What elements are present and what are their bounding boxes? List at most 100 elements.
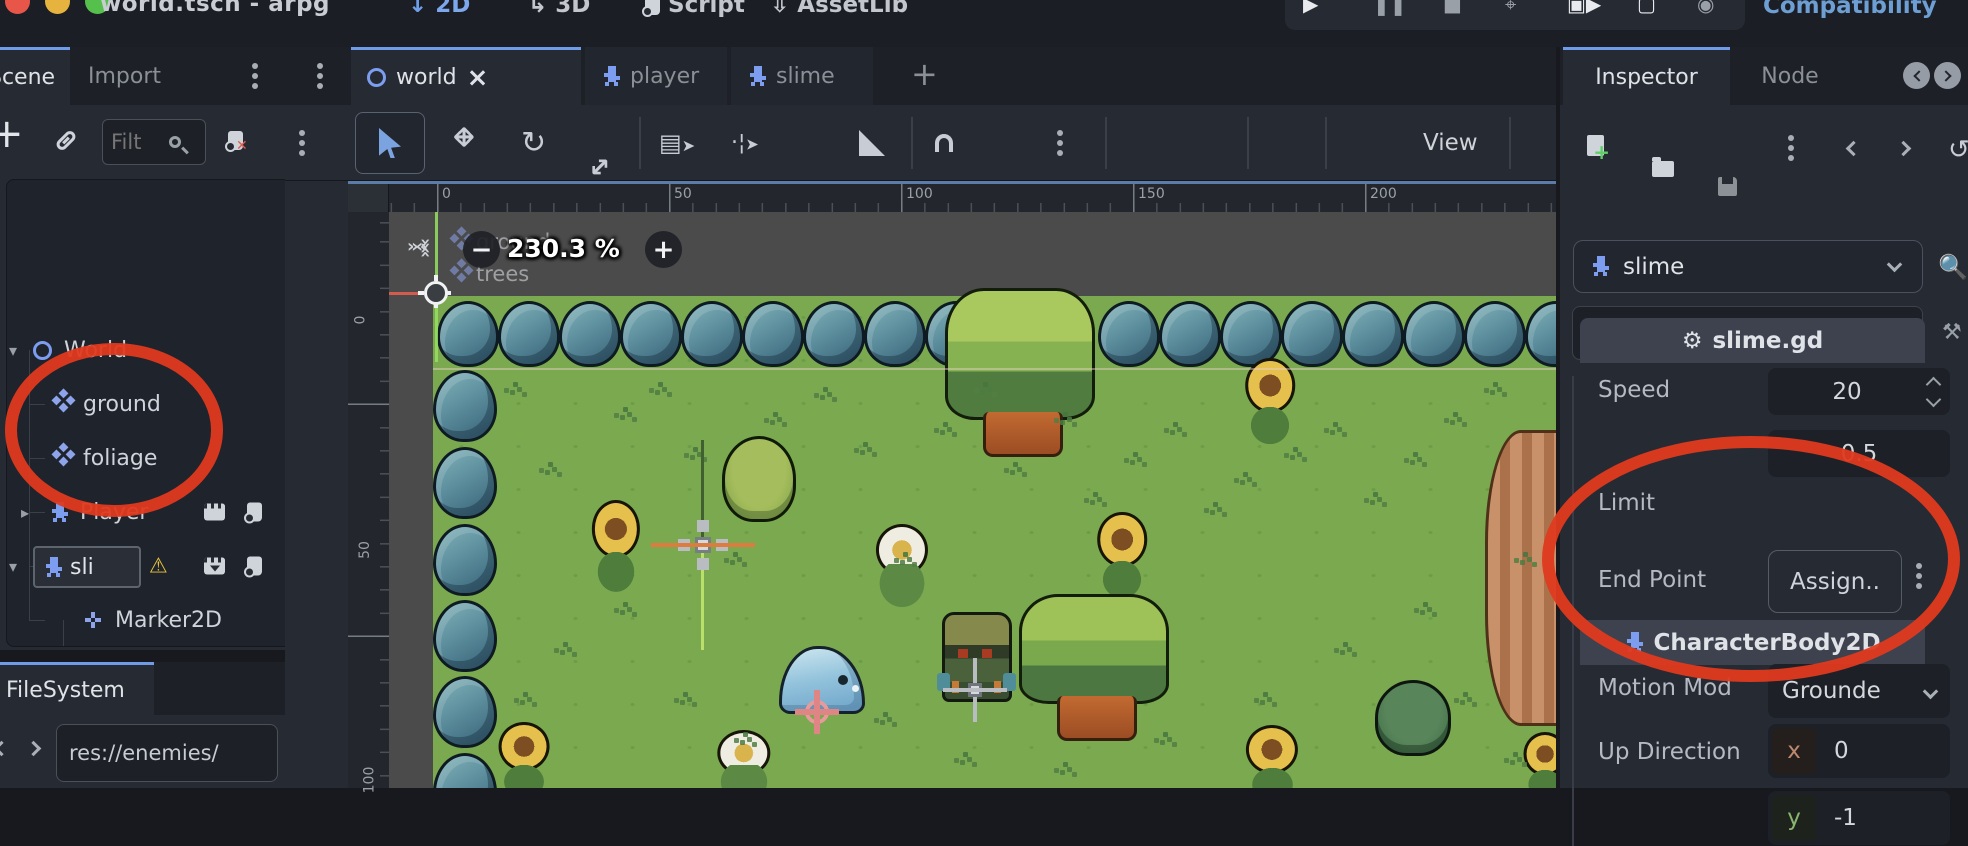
- renderer-selector[interactable]: Compatibility: [1763, 0, 1937, 19]
- add-node-button[interactable]: +: [0, 111, 24, 157]
- script-section-header[interactable]: ⚙ slime.gd: [1580, 318, 1925, 363]
- history-icon[interactable]: ↺: [1948, 135, 1968, 165]
- assign-button[interactable]: Assign..: [1768, 550, 1902, 613]
- nav-forward-icon[interactable]: [26, 741, 42, 757]
- snap-click-tool-icon[interactable]: ·¦➤: [731, 130, 759, 155]
- chevron-down-icon: [1887, 257, 1903, 273]
- instanced-scene-icon[interactable]: [204, 504, 225, 521]
- warning-icon[interactable]: ⚠: [149, 556, 168, 577]
- scene-tab-world[interactable]: world ×: [351, 47, 581, 105]
- axes-icon: ↳: [528, 0, 555, 18]
- play-button[interactable]: ▶: [1303, 0, 1318, 16]
- zoom-percent[interactable]: 230.3 %: [507, 234, 620, 263]
- toolbar-overflow-icon[interactable]: [299, 130, 305, 156]
- script-icon[interactable]: [247, 557, 262, 576]
- movie-maker-button[interactable]: ◉: [1697, 0, 1714, 16]
- tab-filesystem[interactable]: FileSystem: [0, 662, 154, 715]
- grass-tuft: [1060, 420, 1065, 425]
- remote-debug-button[interactable]: ⌖: [1505, 0, 1516, 16]
- instanced-scene-icon[interactable]: [204, 558, 225, 575]
- new-scene-tab-button[interactable]: +: [911, 55, 938, 93]
- move-tool-icon[interactable]: ↔↔: [453, 128, 483, 158]
- grass-tuft: [1460, 700, 1465, 705]
- dock-menu-icon[interactable]: [252, 63, 258, 89]
- bush-sprite: [1098, 301, 1160, 367]
- chevron-down-icon: [1923, 683, 1939, 699]
- grass-tuft: [1240, 480, 1245, 485]
- save-resource-icon[interactable]: [1718, 177, 1737, 196]
- center-view-icon[interactable]: »«»«: [405, 234, 435, 268]
- play-custom-scene-button[interactable]: ▢: [1637, 0, 1656, 16]
- workspace-tab-2d[interactable]: ↓ 2D: [408, 0, 470, 18]
- rotate-tool-icon[interactable]: ↻: [521, 125, 546, 160]
- load-resource-icon[interactable]: [1652, 161, 1674, 177]
- detach-script-icon[interactable]: [228, 131, 243, 150]
- collapse-icon[interactable]: ▸: [21, 503, 29, 522]
- scene-tab-slime[interactable]: slime: [731, 47, 873, 105]
- speed-value-box[interactable]: 20: [1768, 368, 1950, 415]
- select-tool-button[interactable]: [355, 112, 425, 174]
- scene-tree-rename-input[interactable]: [70, 555, 122, 580]
- inspector-tools-icon[interactable]: ⚒: [1942, 320, 1962, 345]
- filesystem-path-box[interactable]: [56, 724, 278, 782]
- scene-filter-input[interactable]: [111, 130, 169, 154]
- tab-scroll-left-icon[interactable]: [1903, 62, 1930, 89]
- scene-tree-rename-box[interactable]: [33, 546, 141, 588]
- bush-sprite: [433, 600, 497, 672]
- property-label-speed: Speed: [1598, 377, 1670, 403]
- stop-button[interactable]: ■: [1443, 0, 1462, 16]
- player-position-gizmo[interactable]: [943, 658, 1007, 722]
- spinner-icon[interactable]: [1926, 377, 1942, 407]
- view-menu[interactable]: View: [1423, 130, 1478, 156]
- grass-tuft: [1010, 470, 1015, 475]
- sunflower-sprite: [584, 500, 648, 596]
- scene-tabs-menu-icon[interactable]: [317, 63, 323, 89]
- up-direction-y-box[interactable]: y -1: [1768, 791, 1950, 845]
- grass-tuft: [1160, 740, 1165, 745]
- pause-button[interactable]: ❚❚: [1373, 0, 1407, 16]
- tab-scene[interactable]: Scene: [0, 47, 70, 105]
- list-select-tool-icon[interactable]: ▤➤: [659, 129, 695, 157]
- zoom-out-button[interactable]: −: [463, 231, 500, 268]
- grass-tuft: [510, 390, 515, 395]
- instance-scene-icon[interactable]: [54, 129, 77, 152]
- canvas[interactable]: »«»« ground trees − 230.3 % +: [389, 212, 1556, 788]
- collapse-icon[interactable]: ▾: [9, 341, 17, 360]
- tab-import[interactable]: Import: [74, 47, 175, 105]
- scene-filter-box[interactable]: [102, 119, 206, 165]
- macos-minimize-button[interactable]: [45, 0, 70, 14]
- property-menu-icon[interactable]: [1916, 563, 1922, 589]
- marker2d-icon: [83, 610, 103, 630]
- new-resource-icon[interactable]: [1587, 135, 1604, 156]
- snap-options-menu-icon[interactable]: [1057, 130, 1063, 156]
- filesystem-path-input[interactable]: [69, 741, 265, 765]
- history-forward-icon[interactable]: [1896, 141, 1912, 157]
- workspace-tab-3d[interactable]: ↳ 3D: [528, 0, 590, 18]
- motion-mode-dropdown[interactable]: Grounde: [1768, 664, 1950, 718]
- limit-value-box[interactable]: 0.5: [1768, 430, 1950, 477]
- nav-back-icon[interactable]: [0, 741, 9, 757]
- scene-tab-player[interactable]: player: [585, 47, 727, 105]
- object-selector[interactable]: slime: [1573, 240, 1923, 293]
- macos-close-button[interactable]: [5, 0, 30, 14]
- zoom-in-button[interactable]: +: [645, 231, 682, 268]
- close-icon[interactable]: ×: [467, 65, 489, 91]
- bush-sprite: [433, 676, 497, 748]
- tab-node[interactable]: Node: [1735, 47, 1845, 105]
- characterbody2d-section-header[interactable]: CharacterBody2D: [1580, 620, 1925, 665]
- bush-sprite: [433, 447, 497, 519]
- play-scene-button[interactable]: ▣▶: [1567, 0, 1601, 16]
- selection-transform-gizmo[interactable]: [643, 440, 763, 650]
- ruler-tool-icon[interactable]: [859, 130, 885, 156]
- workspace-tab-script[interactable]: Script: [645, 0, 745, 18]
- script-icon[interactable]: [247, 503, 262, 522]
- resource-menu-icon[interactable]: [1788, 135, 1794, 161]
- tab-scroll-right-icon[interactable]: [1934, 62, 1961, 89]
- collapse-icon[interactable]: ▾: [9, 557, 17, 576]
- history-back-icon[interactable]: [1846, 141, 1862, 157]
- docs-search-icon[interactable]: 🔍: [1938, 253, 1968, 281]
- tab-inspector[interactable]: Inspector: [1563, 47, 1730, 105]
- smart-snap-icon[interactable]: [935, 134, 953, 152]
- workspace-tab-assetlib[interactable]: ⇩ AssetLib: [770, 0, 908, 18]
- up-direction-x-box[interactable]: x 0: [1768, 724, 1950, 778]
